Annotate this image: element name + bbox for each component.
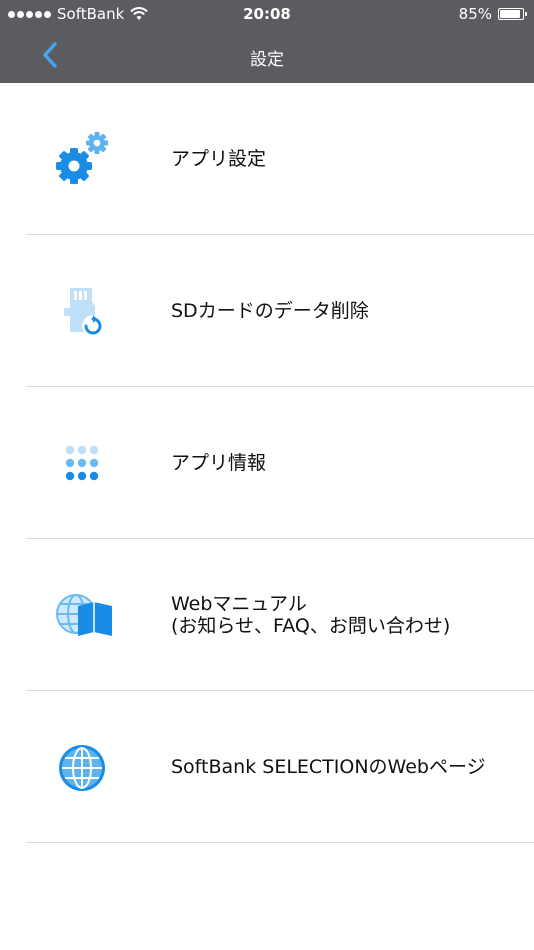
gears-icon: [50, 128, 114, 192]
list-item-selection-web[interactable]: SoftBank SELECTIONのWebページ: [0, 691, 534, 843]
navigation-bar: 設定: [0, 28, 534, 83]
list-item-text: アプリ情報: [171, 452, 267, 474]
divider: [26, 842, 534, 843]
list-item-label: アプリ設定: [171, 83, 524, 235]
list-item-text: SDカードのデータ削除: [171, 300, 369, 322]
list-item-sd-delete[interactable]: SDカードのデータ削除: [0, 235, 534, 387]
list-item-label: SDカードのデータ削除: [171, 235, 524, 387]
list-item-web-manual[interactable]: Webマニュアル (お知らせ、FAQ、お問い合わせ): [0, 539, 534, 691]
list-item-label: Webマニュアル (お知らせ、FAQ、お問い合わせ): [171, 539, 524, 691]
battery-percent: 85%: [458, 5, 492, 23]
list-item-app-info[interactable]: アプリ情報: [0, 387, 534, 539]
page-title: 設定: [250, 50, 284, 70]
battery-icon: [498, 8, 527, 20]
list-item-text: アプリ設定: [171, 148, 267, 170]
settings-list: アプリ設定 SDカードのデータ削除 アプリ情報 Webマニュアル (お知らせ、F…: [0, 83, 534, 843]
globe-icon: [50, 736, 114, 800]
status-bar: SoftBank 20:08 85%: [0, 0, 534, 28]
status-time: 20:08: [243, 5, 291, 23]
app-grid-icon: [50, 432, 114, 496]
list-item-label: アプリ情報: [171, 387, 524, 539]
list-item-text: SoftBank SELECTIONのWebページ: [171, 756, 486, 778]
list-item-text-line2: (お知らせ、FAQ、お問い合わせ): [171, 615, 451, 637]
list-item-label: SoftBank SELECTIONのWebページ: [171, 691, 524, 843]
list-item-text-line1: Webマニュアル: [171, 593, 307, 615]
list-item-app-settings[interactable]: アプリ設定: [0, 83, 534, 235]
sd-card-refresh-icon: [50, 280, 114, 344]
status-right: 85%: [458, 5, 527, 23]
globe-book-icon: [52, 584, 116, 648]
